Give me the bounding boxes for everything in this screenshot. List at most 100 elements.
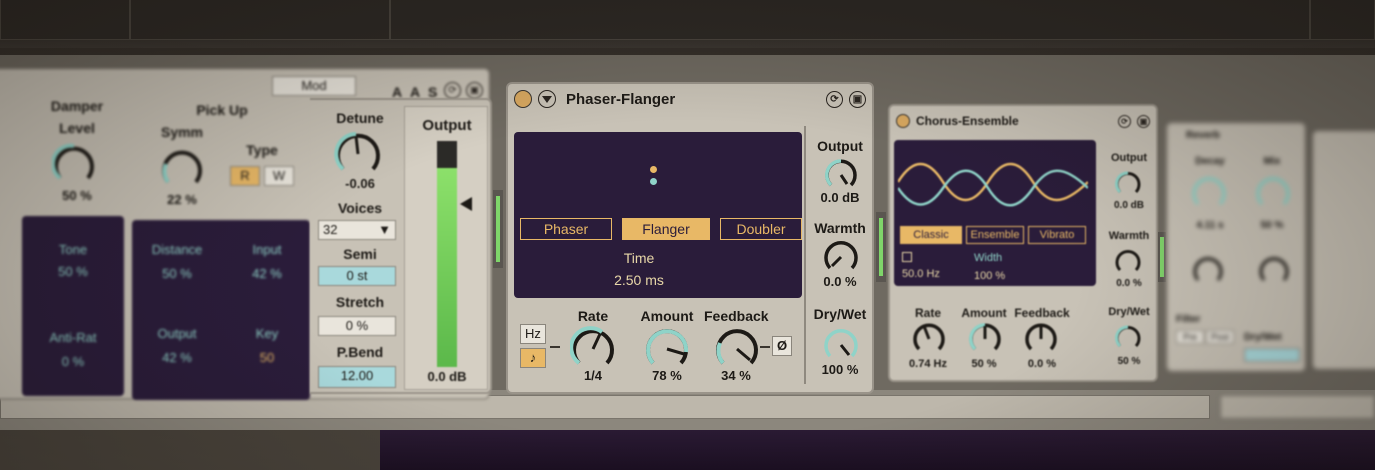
tone-value[interactable]: 50 % bbox=[22, 264, 124, 279]
feedback-knob[interactable] bbox=[714, 326, 760, 372]
distance-value[interactable]: 50 % bbox=[132, 266, 222, 281]
section-divider bbox=[804, 126, 806, 384]
warmth-value: 0.0 % bbox=[1116, 278, 1142, 289]
time-value[interactable]: 2.50 ms bbox=[514, 272, 764, 288]
decay-knob[interactable] bbox=[1190, 174, 1228, 212]
highpass-checkbox[interactable] bbox=[902, 252, 912, 262]
save-preset-icon[interactable]: ▣ bbox=[849, 90, 866, 108]
filter-post-button[interactable]: Post bbox=[1206, 330, 1234, 344]
output-section: Output 0.0 dB bbox=[404, 106, 488, 390]
device-title: Reverb bbox=[1186, 130, 1220, 141]
type-option-r[interactable]: R bbox=[230, 166, 260, 186]
phase-invert-button[interactable]: Ø bbox=[772, 336, 792, 356]
link-line bbox=[550, 346, 560, 348]
device-power-button[interactable] bbox=[896, 114, 910, 128]
warmth-label: Warmth bbox=[1108, 230, 1150, 242]
warmth-knob[interactable] bbox=[822, 238, 860, 276]
pbend-field[interactable]: 12.00 bbox=[318, 366, 396, 388]
symm-knob[interactable] bbox=[160, 146, 204, 190]
mode-vibrato-button[interactable]: Vibrato bbox=[1028, 226, 1086, 244]
track-slot bbox=[0, 0, 130, 40]
chorus-title-bar: Chorus-Ensemble ⟳ ▣ bbox=[896, 110, 1150, 132]
mode-flanger-button[interactable]: Flanger bbox=[622, 218, 710, 240]
hot-swap-icon[interactable]: ⟳ bbox=[444, 82, 461, 99]
output-label: Output bbox=[817, 138, 863, 154]
amount-knob[interactable] bbox=[968, 322, 1002, 356]
mix-label: Mix bbox=[1263, 156, 1281, 167]
detune-knob[interactable] bbox=[334, 130, 382, 178]
chorus-ensemble-device: Chorus-Ensemble ⟳ ▣ Classic Ensemble Vib… bbox=[888, 104, 1158, 382]
output-knob[interactable] bbox=[824, 158, 858, 192]
output-label: Output bbox=[422, 117, 472, 134]
output-value[interactable]: 42 % bbox=[132, 350, 222, 365]
device-collapse-button[interactable] bbox=[538, 90, 556, 108]
device-divider bbox=[1158, 232, 1166, 282]
session-topbar bbox=[0, 0, 1375, 48]
voices-dropdown[interactable]: 32 ▼ bbox=[318, 220, 396, 240]
rate-sync-note-icon[interactable]: ♪ bbox=[520, 348, 546, 368]
feedback-value: 34 % bbox=[721, 368, 751, 383]
stretch-field[interactable]: 0 % bbox=[318, 316, 396, 336]
output-knob[interactable] bbox=[1114, 170, 1142, 198]
mod-button[interactable]: Mod bbox=[272, 76, 356, 96]
chevron-down-icon: ▼ bbox=[378, 222, 391, 237]
filter-pre-button[interactable]: Pre bbox=[1176, 330, 1204, 344]
rate-label: Rate bbox=[577, 308, 609, 324]
hot-swap-icon[interactable]: ⟳ bbox=[1118, 114, 1131, 128]
mode-doubler-button[interactable]: Doubler bbox=[720, 218, 802, 240]
detune-label: Detune bbox=[336, 110, 384, 126]
anti-rat-value[interactable]: 0 % bbox=[22, 354, 124, 369]
damper-level-knob[interactable] bbox=[51, 142, 96, 186]
type-option-w[interactable]: W bbox=[264, 166, 294, 186]
rate-knob[interactable] bbox=[912, 322, 946, 356]
feedback-label: Feedback bbox=[704, 308, 769, 324]
scroll-bar-thumb[interactable] bbox=[1220, 395, 1375, 419]
device-divider bbox=[493, 190, 503, 268]
amount-value: 50 % bbox=[971, 358, 997, 370]
drywet-label: Dry/Wet bbox=[1108, 306, 1150, 318]
rate-knob[interactable] bbox=[569, 326, 616, 372]
chorus-mode-selector: Classic Ensemble Vibrato bbox=[900, 226, 1086, 244]
type-label: Type bbox=[246, 142, 278, 158]
mode-phaser-button[interactable]: Phaser bbox=[520, 218, 612, 240]
feedback-label: Feedback bbox=[1014, 306, 1070, 320]
output-meter-fill bbox=[437, 168, 457, 367]
semi-label: Semi bbox=[343, 246, 377, 262]
feedback-knob[interactable] bbox=[1024, 322, 1058, 356]
reverb-knob-4[interactable] bbox=[1258, 254, 1290, 286]
voices-label: Voices bbox=[337, 200, 383, 216]
drywet-field[interactable] bbox=[1244, 348, 1300, 362]
input-label: Input bbox=[252, 242, 282, 257]
reverb-device: Reverb Decay 4.11 s Mix 50 % Filter Pre … bbox=[1166, 122, 1306, 372]
output-label: Output bbox=[157, 326, 197, 341]
width-value[interactable]: 100 % bbox=[974, 270, 1005, 282]
feedback-value: 0.0 % bbox=[1027, 358, 1057, 370]
highpass-freq-value[interactable]: 50.0 Hz bbox=[902, 268, 940, 280]
device-power-button[interactable] bbox=[514, 90, 532, 108]
device-divider bbox=[876, 212, 886, 282]
mode-ensemble-button[interactable]: Ensemble bbox=[966, 226, 1024, 244]
hot-swap-icon[interactable]: ⟳ bbox=[826, 90, 843, 108]
mode-classic-button[interactable]: Classic bbox=[900, 226, 962, 244]
mix-knob[interactable] bbox=[1254, 174, 1292, 212]
tone-label: Tone bbox=[58, 242, 88, 257]
output-label: Output bbox=[1110, 152, 1148, 164]
reverb-knob-3[interactable] bbox=[1192, 254, 1224, 286]
chorus-display: Classic Ensemble Vibrato 50.0 Hz Width 1… bbox=[894, 140, 1096, 286]
drywet-knob[interactable] bbox=[1114, 324, 1142, 352]
semi-field[interactable]: 0 st bbox=[318, 266, 396, 286]
input-value[interactable]: 42 % bbox=[224, 266, 310, 281]
rate-hz-button[interactable]: Hz bbox=[520, 324, 546, 344]
warmth-knob[interactable] bbox=[1114, 248, 1142, 276]
amount-label: Amount bbox=[961, 306, 1007, 320]
key-value[interactable]: 50 bbox=[224, 350, 310, 365]
link-line bbox=[760, 346, 770, 348]
amount-knob[interactable] bbox=[644, 326, 690, 372]
voices-value: 32 bbox=[323, 222, 338, 237]
output-fader-handle[interactable] bbox=[460, 197, 472, 211]
output-value: 0.0 dB bbox=[427, 369, 467, 384]
track-slot bbox=[390, 0, 1310, 40]
save-preset-icon[interactable]: ▣ bbox=[1137, 114, 1150, 128]
drywet-knob[interactable] bbox=[822, 326, 860, 364]
save-preset-icon[interactable]: ▣ bbox=[466, 82, 483, 99]
